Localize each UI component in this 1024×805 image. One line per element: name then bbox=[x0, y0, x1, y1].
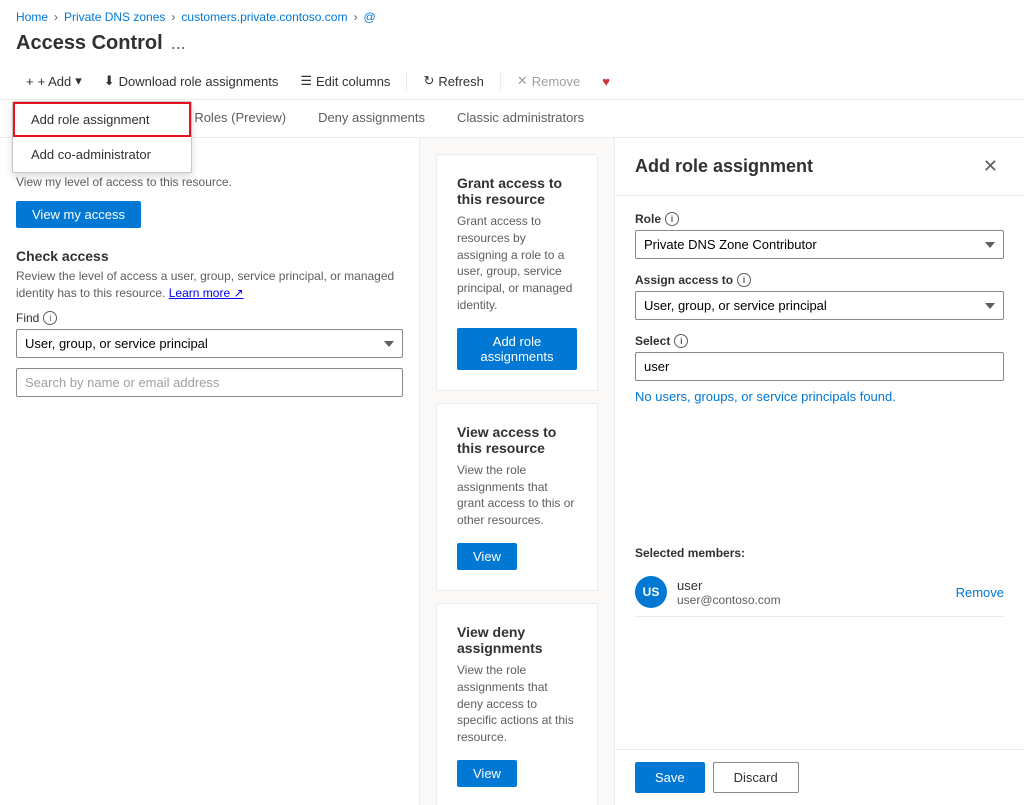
grant-access-desc: Grant access to resources by assigning a… bbox=[457, 213, 577, 314]
select-field-group: Select i No users, groups, or service pr… bbox=[635, 334, 1004, 412]
grant-access-title: Grant access to this resource bbox=[457, 175, 577, 207]
member-info: user user@contoso.com bbox=[677, 578, 946, 607]
favorite-button[interactable]: ♥ bbox=[592, 68, 620, 95]
separator-1 bbox=[406, 71, 407, 91]
no-results-text: No users, groups, or service principals … bbox=[635, 381, 1004, 412]
view-deny-desc: View the role assignments that deny acce… bbox=[457, 662, 577, 746]
check-access-desc: Review the level of access a user, group… bbox=[16, 268, 403, 302]
add-label: + Add bbox=[38, 74, 72, 89]
tab-roles-preview[interactable]: Roles (Preview) bbox=[178, 100, 302, 137]
search-input[interactable] bbox=[16, 368, 403, 397]
selected-members-label: Selected members: bbox=[635, 546, 1004, 560]
toolbar: + + Add ▾ Add role assignment Add co-adm… bbox=[0, 63, 1024, 100]
close-button[interactable]: ✕ bbox=[977, 154, 1004, 179]
view-access-card: View access to this resource View the ro… bbox=[436, 403, 598, 591]
side-panel-title: Add role assignment bbox=[635, 156, 813, 177]
breadcrumb-private-dns[interactable]: Private DNS zones bbox=[64, 10, 165, 24]
columns-icon: ☰ bbox=[300, 73, 312, 89]
tab-classic-admins[interactable]: Classic administrators bbox=[441, 100, 600, 137]
member-name: user bbox=[677, 578, 946, 593]
assign-info-icon: i bbox=[737, 273, 751, 287]
cards-area: Grant access to this resource Grant acce… bbox=[420, 138, 614, 805]
add-icon: + bbox=[26, 74, 34, 89]
view-deny-button[interactable]: View bbox=[457, 760, 517, 787]
remove-icon: ✕ bbox=[517, 73, 528, 89]
assign-access-field-group: Assign access to i User, group, or servi… bbox=[635, 273, 1004, 320]
side-panel-body: Role i Private DNS Zone Contributor Assi… bbox=[615, 196, 1024, 749]
assign-select-wrapper: User, group, or service principal bbox=[635, 291, 1004, 320]
member-item: US user user@contoso.com Remove bbox=[635, 568, 1004, 617]
breadcrumb-home[interactable]: Home bbox=[16, 10, 48, 24]
add-role-assignment-item[interactable]: Add role assignment bbox=[13, 102, 191, 137]
selected-members-section: Selected members: US user user@contoso.c… bbox=[635, 546, 1004, 617]
edit-columns-button[interactable]: ☰ Edit columns bbox=[290, 67, 400, 95]
view-my-access-button[interactable]: View my access bbox=[16, 201, 141, 228]
grant-access-card: Grant access to this resource Grant acce… bbox=[436, 154, 598, 391]
member-avatar: US bbox=[635, 576, 667, 608]
breadcrumb: Home › Private DNS zones › customers.pri… bbox=[0, 0, 1024, 28]
refresh-label: Refresh bbox=[438, 74, 484, 89]
breadcrumb-resource[interactable]: customers.private.contoso.com bbox=[181, 10, 347, 24]
find-select[interactable]: User, group, or service principal bbox=[16, 329, 403, 358]
role-field-label: Role i bbox=[635, 212, 1004, 226]
heart-icon: ♥ bbox=[602, 74, 610, 89]
side-panel: Add role assignment ✕ Role i Private DNS… bbox=[614, 138, 1024, 805]
find-select-wrapper: User, group, or service principal bbox=[16, 329, 403, 358]
download-button[interactable]: ⬇ Download role assignments bbox=[94, 67, 289, 95]
more-options-icon[interactable]: ... bbox=[171, 33, 186, 54]
remove-button[interactable]: ✕ Remove bbox=[507, 67, 590, 95]
role-select[interactable]: Private DNS Zone Contributor bbox=[635, 230, 1004, 259]
role-select-wrapper: Private DNS Zone Contributor bbox=[635, 230, 1004, 259]
left-panel: My access View my level of access to thi… bbox=[0, 138, 420, 805]
view-access-title: View access to this resource bbox=[457, 424, 577, 456]
add-button[interactable]: + + Add ▾ bbox=[16, 67, 92, 95]
my-access-desc: View my level of access to this resource… bbox=[16, 174, 403, 191]
main-content: My access View my level of access to thi… bbox=[0, 138, 1024, 805]
learn-more-link[interactable]: Learn more ↗ bbox=[169, 286, 244, 300]
chevron-down-icon: ▾ bbox=[75, 73, 82, 89]
member-email: user@contoso.com bbox=[677, 593, 946, 607]
discard-button[interactable]: Discard bbox=[713, 762, 799, 793]
edit-columns-label: Edit columns bbox=[316, 74, 390, 89]
check-access-section: Check access Review the level of access … bbox=[16, 248, 403, 398]
assign-select[interactable]: User, group, or service principal bbox=[635, 291, 1004, 320]
select-field-label: Select i bbox=[635, 334, 1004, 348]
tab-deny-assignments[interactable]: Deny assignments bbox=[302, 100, 441, 137]
page-title: Access Control bbox=[16, 32, 163, 55]
breadcrumb-at[interactable]: @ bbox=[363, 10, 375, 24]
add-dropdown-menu: Add role assignment Add co-administrator bbox=[12, 101, 192, 173]
page-header: Access Control ... bbox=[0, 28, 1024, 63]
view-deny-title: View deny assignments bbox=[457, 624, 577, 656]
add-co-admin-item[interactable]: Add co-administrator bbox=[13, 137, 191, 172]
separator-2 bbox=[500, 71, 501, 91]
refresh-icon: ↻ bbox=[423, 73, 434, 89]
download-icon: ⬇ bbox=[104, 73, 115, 89]
save-button[interactable]: Save bbox=[635, 762, 705, 793]
select-info-icon: i bbox=[674, 334, 688, 348]
assign-access-label: Assign access to i bbox=[635, 273, 1004, 287]
member-remove-link[interactable]: Remove bbox=[956, 585, 1004, 600]
find-label: Find i bbox=[16, 311, 403, 325]
download-label: Download role assignments bbox=[119, 74, 279, 89]
remove-label: Remove bbox=[532, 74, 580, 89]
role-info-icon: i bbox=[665, 212, 679, 226]
refresh-button[interactable]: ↻ Refresh bbox=[413, 67, 493, 95]
view-deny-card: View deny assignments View the role assi… bbox=[436, 603, 598, 805]
add-role-assignments-button[interactable]: Add role assignments bbox=[457, 328, 577, 370]
find-info-icon: i bbox=[43, 311, 57, 325]
role-field-group: Role i Private DNS Zone Contributor bbox=[635, 212, 1004, 259]
side-panel-header: Add role assignment ✕ bbox=[615, 138, 1024, 196]
check-access-title: Check access bbox=[16, 248, 403, 264]
view-access-desc: View the role assignments that grant acc… bbox=[457, 462, 577, 529]
view-access-button[interactable]: View bbox=[457, 543, 517, 570]
select-text-input[interactable] bbox=[635, 352, 1004, 381]
